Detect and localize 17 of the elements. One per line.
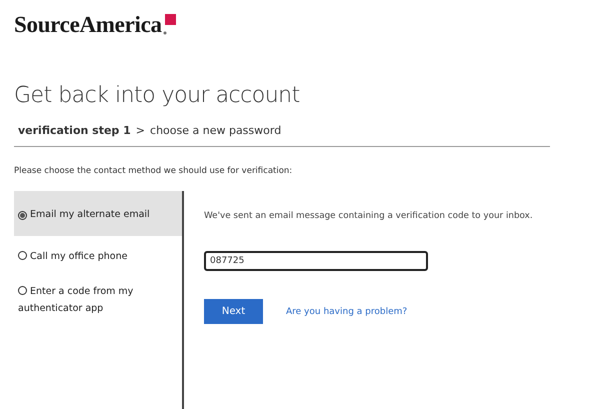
logo-text: SourceAmerica bbox=[14, 14, 162, 36]
radio-button[interactable] bbox=[18, 286, 27, 295]
help-link[interactable]: Are you having a problem? bbox=[286, 306, 408, 316]
contact-option[interactable]: Enter a code from my authenticator app bbox=[14, 271, 182, 323]
step-label: choose a new password bbox=[150, 123, 282, 139]
contact-option[interactable]: Call my office phone bbox=[14, 236, 182, 271]
instruction-text: Please choose the contact method we should use for verification: bbox=[14, 165, 294, 177]
step-label: verification step 1 bbox=[18, 123, 131, 139]
radio-button[interactable] bbox=[18, 211, 27, 220]
radio-button[interactable] bbox=[18, 251, 27, 260]
next-button[interactable]: Next bbox=[204, 299, 263, 324]
code-field[interactable]: 087725 bbox=[204, 251, 428, 271]
step-separator: > bbox=[136, 123, 146, 139]
logo-mark-icon bbox=[162, 14, 176, 36]
page-title: Get back into your account bbox=[14, 82, 301, 110]
message-text: We've sent an email message containing a verification code to your inbox. bbox=[204, 210, 533, 223]
contact-option[interactable]: Email my alternate email bbox=[14, 191, 182, 236]
